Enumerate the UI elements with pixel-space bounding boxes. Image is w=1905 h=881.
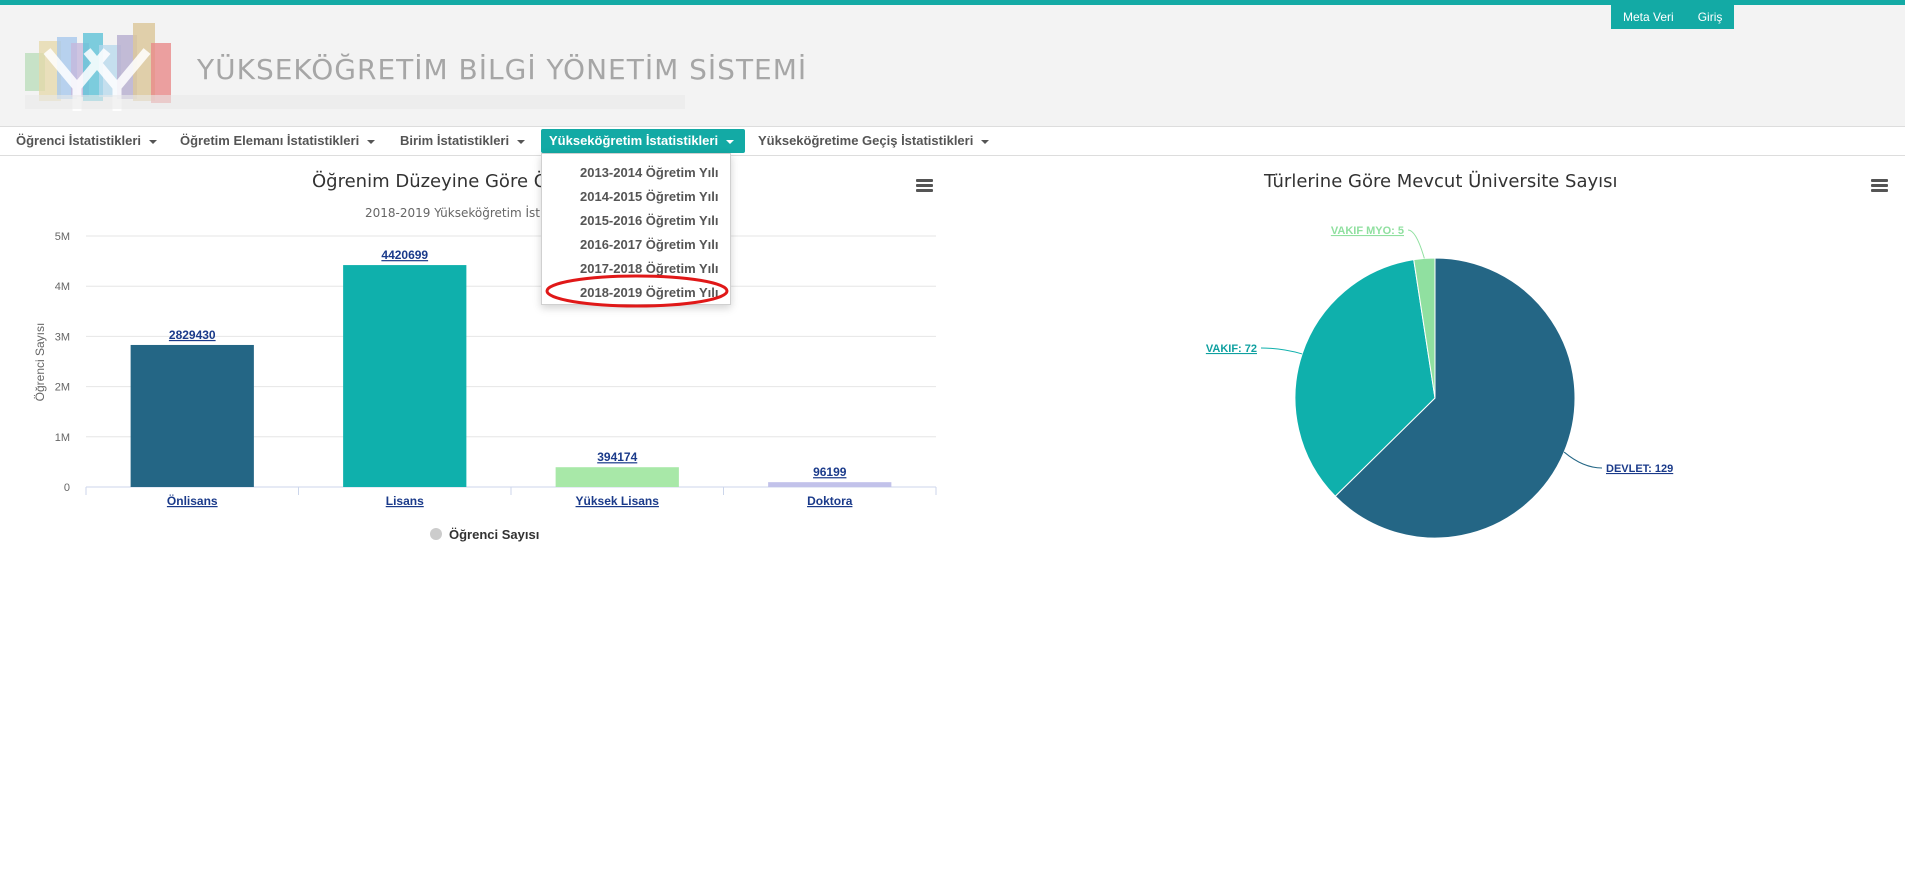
- data-label: 96199: [813, 465, 847, 479]
- caret-down-icon: [726, 139, 735, 144]
- top-links: Meta Veri Giriş: [1611, 5, 1735, 29]
- nav-label: Yükseköğretime Geçiş İstatistikleri: [758, 133, 974, 148]
- bar-chart-title: Öğrenim Düzeyine Göre Ö: [312, 171, 548, 192]
- x-category-label: Yüksek Lisans: [576, 494, 660, 508]
- connector-line: [1563, 451, 1603, 469]
- caret-down-icon: [517, 139, 526, 144]
- dropdown-item-2014-2015[interactable]: 2014-2015 Öğretim Yılı: [580, 189, 719, 204]
- nav-label: Birim İstatistikleri: [400, 133, 510, 148]
- x-category-label: Doktora: [807, 494, 853, 508]
- pie-chart-menu-icon[interactable]: [1871, 179, 1888, 193]
- y-axis-label: Öğrenci Sayısı: [33, 323, 47, 402]
- bar: [130, 344, 254, 487]
- y-tick-label: 3M: [55, 331, 70, 343]
- nav-label: Yükseköğretim İstatistikleri: [549, 133, 719, 148]
- x-category-label: Lisans: [386, 494, 424, 508]
- nav-yuksekogretime-gecis-istatistikleri[interactable]: Yükseköğretime Geçiş İstatistikleri: [750, 129, 997, 153]
- pie-chart: DEVLET: 129 VAKIF: 72 VAKIF MYO: 5: [1206, 225, 1673, 539]
- caret-down-icon: [367, 139, 376, 144]
- bar: [768, 482, 892, 487]
- pie-data-label: VAKIF MYO: 5: [1331, 225, 1404, 237]
- legend-marker: [430, 528, 442, 540]
- nav-label: Öğrenci İstatistikleri: [16, 133, 141, 148]
- meta-veri-link[interactable]: Meta Veri: [1611, 5, 1686, 29]
- pie-data-label: VAKIF: 72: [1206, 343, 1257, 355]
- login-link[interactable]: Giriş: [1686, 5, 1735, 29]
- y-tick-label: 2M: [55, 382, 70, 394]
- main-navbar: Öğrenci İstatistikleri Öğretim Elemanı İ…: [0, 127, 1905, 156]
- dropdown-item-2016-2017[interactable]: 2016-2017 Öğretim Yılı: [580, 237, 719, 252]
- nav-ogrenci-istatistikleri[interactable]: Öğrenci İstatistikleri: [8, 129, 165, 153]
- bar: [343, 265, 467, 487]
- connector-line: [1260, 347, 1303, 355]
- caret-down-icon: [149, 139, 157, 144]
- pie-chart-title: Türlerine Göre Mevcut Üniversite Sayısı: [1264, 171, 1618, 192]
- legend-label: Öğrenci Sayısı: [449, 527, 539, 542]
- yuksekogretim-dropdown-menu: 2013-2014 Öğretim Yılı 2014-2015 Öğretim…: [541, 153, 731, 308]
- data-label: 394174: [597, 450, 637, 464]
- y-tick-label: 5M: [55, 231, 70, 243]
- bar-chart-menu-icon[interactable]: [916, 179, 933, 193]
- data-label: 2829430: [169, 328, 216, 342]
- nav-label: Öğretim Elemanı İstatistikleri: [180, 133, 360, 148]
- y-tick-label: 4M: [55, 281, 70, 293]
- site-title: YÜKSEKÖĞRETİM BİLGİ YÖNETİM SİSTEMİ: [197, 53, 808, 86]
- bar: [555, 467, 679, 487]
- bar-chart-subtitle: 2018-2019 Yükseköğretim İst: [365, 206, 540, 220]
- nav-birim-istatistikleri[interactable]: Birim İstatistikleri: [392, 129, 533, 153]
- connector-line: [1407, 229, 1425, 259]
- nav-ogretim-elemani-istatistikleri[interactable]: Öğretim Elemanı İstatistikleri: [172, 129, 383, 153]
- y-tick-label: 0: [64, 482, 70, 494]
- caret-down-icon: [981, 139, 990, 144]
- dropdown-item-2015-2016[interactable]: 2015-2016 Öğretim Yılı: [580, 213, 719, 228]
- x-category-label: Önlisans: [167, 493, 218, 508]
- pie-data-label: DEVLET: 129: [1606, 463, 1673, 475]
- data-label: 4420699: [381, 248, 428, 262]
- red-highlight-ellipse: [545, 274, 729, 308]
- dropdown-item-2013-2014[interactable]: 2013-2014 Öğretim Yılı: [580, 165, 719, 180]
- nav-yuksekogretim-istatistikleri[interactable]: Yükseköğretim İstatistikleri: [541, 129, 745, 153]
- y-tick-label: 1M: [55, 432, 70, 444]
- bar-chart: 0 1M 2M 3M 4M 5M Öğrenci Sayısı 2829430 Önlisans…: [33, 231, 937, 542]
